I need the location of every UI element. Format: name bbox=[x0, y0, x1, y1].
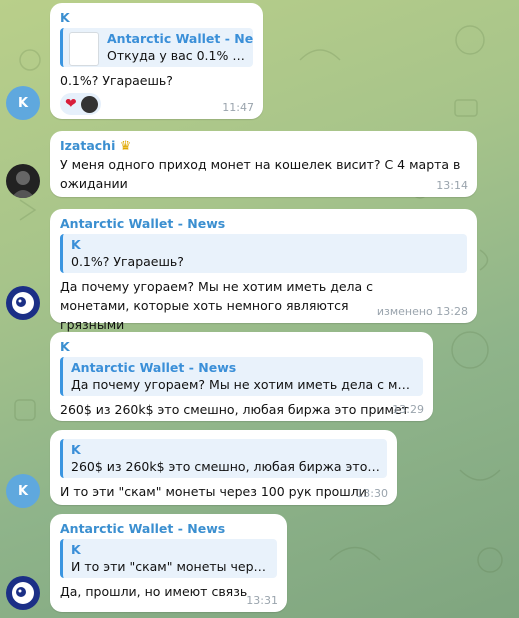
avatar[interactable] bbox=[6, 164, 40, 198]
reply-sender: K bbox=[71, 542, 81, 557]
reply-text: Да почему угораем? Мы не хотим иметь дел… bbox=[71, 377, 417, 392]
message-text: У меня одного приход монет на кошелек ви… bbox=[60, 157, 461, 191]
message-text: 0.1%? Угараешь? bbox=[60, 73, 173, 88]
crown-icon: ♛ bbox=[119, 139, 132, 154]
message-bubble[interactable]: K Antarctic Wallet - News Откуда у вас 0… bbox=[50, 3, 263, 119]
avatar[interactable]: K bbox=[6, 474, 40, 508]
reply-preview[interactable]: K 0.1%? Угараешь? bbox=[60, 234, 467, 273]
message-time: 13:29 bbox=[392, 403, 424, 416]
reply-preview[interactable]: K И то эти "скам" монеты через ... bbox=[60, 539, 277, 578]
penguin-logo-icon bbox=[12, 582, 34, 604]
message-time: изменено 13:28 bbox=[376, 305, 468, 318]
reply-sender: K bbox=[71, 442, 81, 457]
message-time: 11:47 bbox=[222, 101, 254, 114]
message-bubble[interactable]: K 260$ из 260k$ это смешно, любая биржа … bbox=[50, 430, 397, 505]
reply-preview[interactable]: Antarctic Wallet - News Да почему угорае… bbox=[60, 357, 423, 396]
reply-text: И то эти "скам" монеты через ... bbox=[71, 559, 271, 574]
message-time: 13:30 bbox=[356, 487, 388, 500]
message-sender[interactable]: Izatachi ♛ bbox=[60, 138, 467, 155]
message-time: 13:14 bbox=[436, 179, 468, 192]
reaction-avatar-icon bbox=[80, 95, 98, 113]
reply-preview[interactable]: K 260$ из 260k$ это смешно, любая биржа … bbox=[60, 439, 387, 478]
reply-text: Откуда у вас 0.1% ска... bbox=[107, 48, 247, 63]
message-text: И то эти "скам" монеты через 100 рук про… bbox=[60, 484, 367, 499]
message-sender[interactable]: K bbox=[60, 10, 253, 26]
reactions-bar[interactable]: ❤ bbox=[60, 93, 101, 115]
avatar[interactable]: K bbox=[6, 86, 40, 120]
heart-icon[interactable]: ❤ bbox=[65, 96, 77, 112]
message-time: 13:31 bbox=[246, 594, 278, 607]
reply-text: 0.1%? Угараешь? bbox=[71, 254, 184, 269]
message-sender[interactable]: K bbox=[60, 339, 423, 355]
user-photo-icon bbox=[11, 171, 35, 198]
message-bubble[interactable]: Antarctic Wallet - News K 0.1%? Угараешь… bbox=[50, 209, 477, 332]
message-text: 260$ из 260k$ это смешно, любая биржа эт… bbox=[60, 402, 409, 417]
penguin-logo-icon bbox=[12, 292, 34, 314]
message-sender[interactable]: Antarctic Wallet - News bbox=[60, 521, 277, 537]
reply-text: 260$ из 260k$ это смешно, любая биржа эт… bbox=[71, 459, 381, 474]
reply-preview[interactable]: Antarctic Wallet - News Откуда у вас 0.1… bbox=[60, 28, 253, 67]
message-bubble[interactable]: K Antarctic Wallet - News Да почему угор… bbox=[50, 332, 433, 421]
message-bubble[interactable]: Izatachi ♛ У меня одного приход монет на… bbox=[50, 131, 477, 197]
message-text: Да, прошли, но имеют связь bbox=[60, 584, 248, 599]
avatar[interactable] bbox=[6, 576, 40, 610]
reply-sender: K bbox=[71, 237, 81, 252]
message-text: Да почему угораем? Мы не хотим иметь дел… bbox=[60, 279, 374, 332]
message-bubble[interactable]: Antarctic Wallet - News K И то эти "скам… bbox=[50, 514, 287, 612]
sender-name[interactable]: Izatachi bbox=[60, 138, 115, 153]
reply-sender: Antarctic Wallet - News bbox=[71, 360, 237, 375]
document-thumbnail-icon bbox=[69, 32, 99, 66]
avatar[interactable] bbox=[6, 286, 40, 320]
message-sender[interactable]: Antarctic Wallet - News bbox=[60, 216, 467, 232]
